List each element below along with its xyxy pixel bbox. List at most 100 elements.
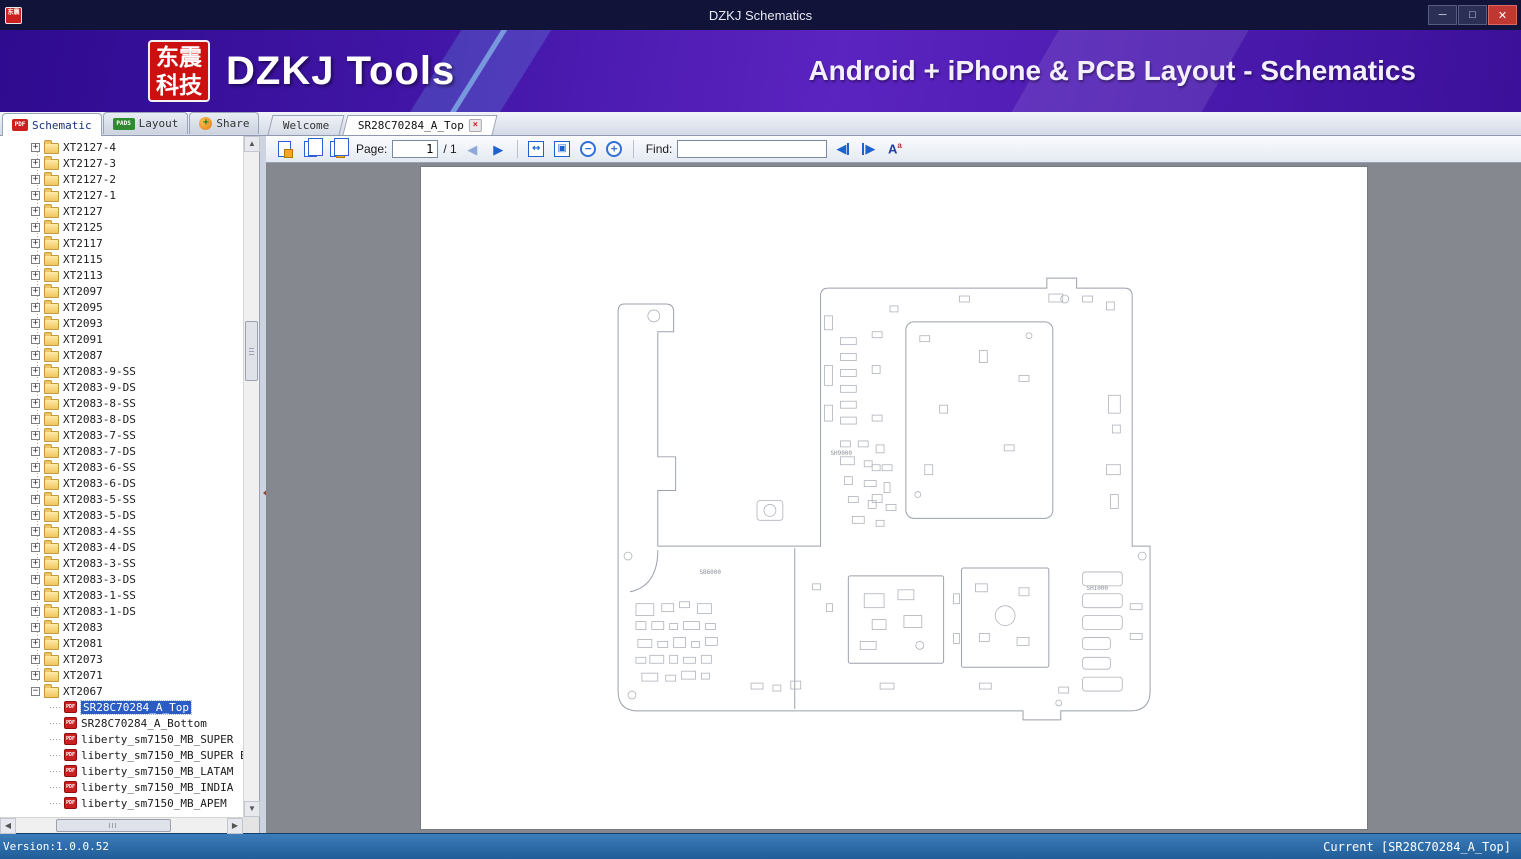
- expand-icon[interactable]: +: [31, 574, 40, 584]
- scroll-up-icon[interactable]: ▲: [244, 136, 260, 152]
- tree-folder-item[interactable]: + XT2083-7-SS: [0, 427, 243, 443]
- tree-folder-item[interactable]: + XT2127-4: [0, 139, 243, 155]
- tree-folder-item[interactable]: + XT2127: [0, 203, 243, 219]
- previous-page-button[interactable]: ◀: [462, 139, 483, 160]
- collapse-icon[interactable]: −: [31, 686, 40, 696]
- document-tab-sr28c70284-a-top[interactable]: SR28C70284_A_Top ×: [342, 115, 498, 135]
- expand-icon[interactable]: +: [31, 174, 40, 184]
- expand-icon[interactable]: +: [31, 318, 40, 328]
- expand-icon[interactable]: +: [31, 142, 40, 152]
- close-button[interactable]: ✕: [1488, 5, 1517, 25]
- tree-folder-item[interactable]: + XT2117: [0, 235, 243, 251]
- horizontal-scroll-thumb[interactable]: [56, 819, 171, 832]
- tree-folder-item[interactable]: + XT2083-8-SS: [0, 395, 243, 411]
- scroll-down-icon[interactable]: ▼: [244, 801, 260, 817]
- tree-vertical-scrollbar[interactable]: ▲ ▼: [243, 136, 260, 817]
- pdf-view-area[interactable]: SH9000 SB6000 SH1000: [266, 163, 1521, 833]
- expand-icon[interactable]: +: [31, 622, 40, 632]
- tree-folder-item[interactable]: + XT2083-3-SS: [0, 555, 243, 571]
- expand-icon[interactable]: +: [31, 254, 40, 264]
- continuous-pages-icon[interactable]: [326, 138, 349, 160]
- expand-icon[interactable]: +: [31, 606, 40, 616]
- tree-folder-item[interactable]: + XT2083-9-SS: [0, 363, 243, 379]
- expand-icon[interactable]: +: [31, 398, 40, 408]
- tree-folder-item[interactable]: + XT2091: [0, 331, 243, 347]
- expand-icon[interactable]: +: [31, 334, 40, 344]
- expand-icon[interactable]: +: [31, 238, 40, 248]
- maximize-button[interactable]: □: [1458, 5, 1487, 25]
- expand-icon[interactable]: +: [31, 478, 40, 488]
- fit-width-button[interactable]: ↔: [526, 139, 547, 160]
- tree-folder-item[interactable]: + XT2083-5-DS: [0, 507, 243, 523]
- expand-icon[interactable]: +: [31, 270, 40, 280]
- find-input[interactable]: [677, 140, 828, 158]
- tree-folder-item[interactable]: − XT2067: [0, 683, 243, 699]
- zoom-out-button[interactable]: −: [578, 139, 599, 160]
- vertical-scroll-thumb[interactable]: [245, 321, 258, 381]
- tree-folder-item[interactable]: + XT2113: [0, 267, 243, 283]
- tree-folder-item[interactable]: + XT2115: [0, 251, 243, 267]
- expand-icon[interactable]: +: [31, 590, 40, 600]
- tree-folder-item[interactable]: + XT2127-1: [0, 187, 243, 203]
- tree-folder-item[interactable]: + XT2083-4-SS: [0, 523, 243, 539]
- tree-folder-item[interactable]: + XT2083-3-DS: [0, 571, 243, 587]
- tree-file-item[interactable]: PDF liberty_sm7150_MB_LATAM: [0, 763, 243, 779]
- tree-file-item[interactable]: PDF SR28C70284_A_Top: [0, 699, 243, 715]
- expand-icon[interactable]: +: [31, 494, 40, 504]
- expand-icon[interactable]: +: [31, 462, 40, 472]
- tab-schematic[interactable]: PDF Schematic: [2, 113, 102, 136]
- horizontal-scroll-track[interactable]: [16, 818, 227, 833]
- tree-folder-item[interactable]: + XT2083-1-DS: [0, 603, 243, 619]
- expand-icon[interactable]: +: [31, 350, 40, 360]
- expand-icon[interactable]: +: [31, 526, 40, 536]
- next-page-button[interactable]: ▶: [488, 139, 509, 160]
- expand-icon[interactable]: +: [31, 190, 40, 200]
- find-next-button[interactable]: ▶: [858, 139, 879, 160]
- tree-horizontal-scrollbar[interactable]: ◀ ▶: [0, 817, 243, 834]
- tree-folder-item[interactable]: + XT2093: [0, 315, 243, 331]
- tree-folder-item[interactable]: + XT2083-1-SS: [0, 587, 243, 603]
- expand-icon[interactable]: +: [31, 414, 40, 424]
- expand-icon[interactable]: +: [31, 670, 40, 680]
- scroll-left-icon[interactable]: ◀: [0, 818, 16, 834]
- facing-pages-icon[interactable]: [300, 138, 323, 160]
- tree-folder-item[interactable]: + XT2083-7-DS: [0, 443, 243, 459]
- expand-icon[interactable]: +: [31, 206, 40, 216]
- zoom-in-button[interactable]: +: [604, 139, 625, 160]
- minimize-button[interactable]: ─: [1428, 5, 1457, 25]
- tree-folder-item[interactable]: + XT2083-8-DS: [0, 411, 243, 427]
- expand-icon[interactable]: +: [31, 222, 40, 232]
- fit-page-button[interactable]: ▣: [552, 139, 573, 160]
- tab-layout[interactable]: PADS Layout: [102, 112, 189, 134]
- tree-folder-item[interactable]: + XT2071: [0, 667, 243, 683]
- single-page-icon[interactable]: [274, 139, 295, 160]
- tree-file-item[interactable]: PDF liberty_sm7150_MB_INDIA: [0, 779, 243, 795]
- tree-folder-item[interactable]: + XT2083-6-SS: [0, 459, 243, 475]
- scroll-right-icon[interactable]: ▶: [227, 818, 243, 834]
- tree-folder-item[interactable]: + XT2081: [0, 635, 243, 651]
- tree-folder-item[interactable]: + XT2127-3: [0, 155, 243, 171]
- expand-icon[interactable]: +: [31, 158, 40, 168]
- page-number-input[interactable]: [392, 140, 439, 158]
- tree-folder-item[interactable]: + XT2087: [0, 347, 243, 363]
- expand-icon[interactable]: +: [31, 510, 40, 520]
- expand-icon[interactable]: +: [31, 654, 40, 664]
- tree-folder-item[interactable]: + XT2083-4-DS: [0, 539, 243, 555]
- expand-icon[interactable]: +: [31, 542, 40, 552]
- tree-folder-item[interactable]: + XT2073: [0, 651, 243, 667]
- expand-icon[interactable]: +: [31, 286, 40, 296]
- expand-icon[interactable]: +: [31, 366, 40, 376]
- tree-folder-item[interactable]: + XT2127-2: [0, 171, 243, 187]
- tree-file-item[interactable]: PDF SR28C70284_A_Bottom: [0, 715, 243, 731]
- tree-folder-item[interactable]: + XT2097: [0, 283, 243, 299]
- find-previous-button[interactable]: ◀: [832, 139, 853, 160]
- tree-folder-item[interactable]: + XT2125: [0, 219, 243, 235]
- tree-file-item[interactable]: PDF liberty_sm7150_MB_APEM: [0, 795, 243, 811]
- font-size-button[interactable]: Aa: [884, 139, 905, 160]
- tree-folder-item[interactable]: + XT2083-6-DS: [0, 475, 243, 491]
- tree-file-item[interactable]: PDF liberty_sm7150_MB_SUPER E: [0, 747, 243, 763]
- tree-folder-item[interactable]: + XT2095: [0, 299, 243, 315]
- expand-icon[interactable]: +: [31, 446, 40, 456]
- expand-icon[interactable]: +: [31, 302, 40, 312]
- expand-icon[interactable]: +: [31, 638, 40, 648]
